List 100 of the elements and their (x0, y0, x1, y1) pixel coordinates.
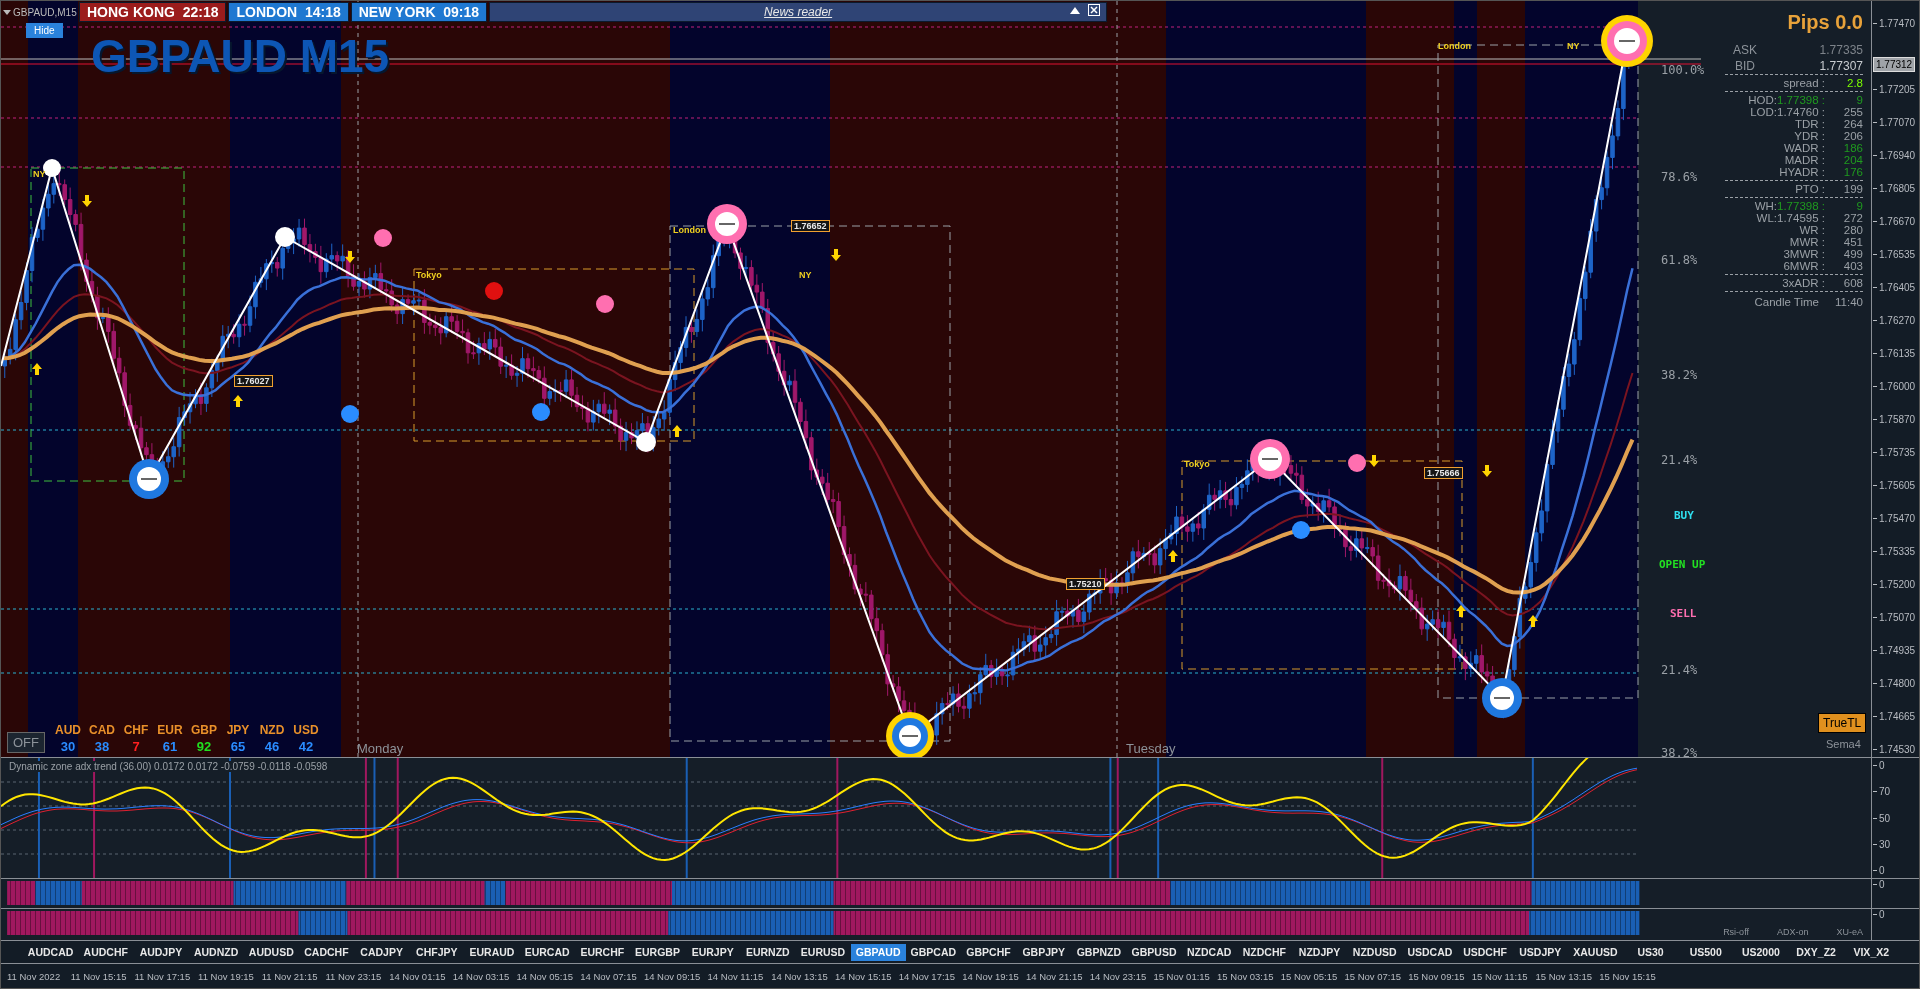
symbol-button[interactable]: GBPUSD (1126, 943, 1182, 961)
symbol-button[interactable]: GBPNZD (1071, 943, 1127, 961)
time-axis-label: 15 Nov 07:15 (1344, 970, 1402, 982)
symbol-button[interactable]: EURCHF (574, 943, 630, 961)
indicator-axis-label: 30 (1872, 838, 1919, 850)
symbol-button[interactable]: NZDUSD (1347, 943, 1403, 961)
time-axis-label: 11 Nov 21:15 (261, 970, 319, 982)
symbol-button[interactable]: US2000 (1733, 943, 1789, 961)
currency-code: NZD (258, 723, 286, 737)
strength-value: 38 (93, 739, 111, 754)
day-label: Monday (357, 741, 404, 756)
day-label: Tuesday (1126, 741, 1176, 756)
symbol-button[interactable]: USDJPY (1512, 943, 1568, 961)
indicator-label: Sema4 (1826, 738, 1861, 750)
stat-value: 9 (1855, 200, 1863, 212)
time-axis-label: 14 Nov 23:15 (1089, 970, 1148, 982)
currency-code: CHF (122, 723, 150, 737)
indicator-title: Dynamic zone adx trend (36.00) 0.0172 0.0172 -0.0759 -0.0118 -0.0598 (7, 761, 330, 772)
time-axis-label: 11 Nov 17:15 (134, 970, 192, 982)
symbol-button[interactable]: AUDJPY (133, 943, 189, 961)
signal-dot (341, 405, 359, 423)
toggle-label[interactable]: Rsi-off (1723, 927, 1749, 937)
down-arrow-icon (345, 251, 355, 263)
stat-value: 186 (1842, 142, 1863, 154)
symbol-button[interactable]: USDCAD (1402, 943, 1458, 961)
swing-point-marker (636, 432, 656, 452)
symbol-button[interactable]: GBPAUD (850, 943, 906, 961)
stat-label: HYADR : (1778, 166, 1825, 178)
price-axis-label: 1.76670 (1872, 216, 1919, 227)
collapse-icon[interactable] (1070, 6, 1081, 14)
symbol-button[interactable]: EURJPY (685, 943, 741, 961)
time-axis-label: 15 Nov 11:15 (1471, 970, 1529, 982)
time-axis-label: 14 Nov 07:15 (580, 970, 638, 982)
down-arrow-icon (82, 195, 92, 207)
symbol-button[interactable]: GBPJPY (1016, 943, 1072, 961)
price-axis-label: 1.75605 (1872, 480, 1919, 491)
caret-icon[interactable] (3, 9, 11, 15)
strength-value: 92 (195, 739, 213, 754)
price-axis-label: 1.77070 (1872, 117, 1919, 128)
price-axis-label: 1.76135 (1872, 348, 1919, 359)
price-axis-label: 1.77205 (1872, 84, 1919, 95)
session-label: NY (1567, 41, 1580, 51)
symbol-button[interactable]: US30 (1623, 943, 1679, 961)
indicator-axis-label: 70 (1872, 786, 1919, 798)
symbol-button[interactable]: GBPCAD (905, 943, 961, 961)
currency-code: CAD (88, 723, 116, 737)
toggle-label[interactable]: ADX-on (1776, 927, 1809, 937)
symbol-button[interactable]: NZDJPY (1291, 943, 1348, 961)
price-label: 1.76652 (791, 220, 830, 232)
symbol-button[interactable]: AUDNZD (188, 943, 244, 961)
stat-label: 6MWR : (1782, 260, 1825, 272)
symbol-button[interactable]: EURAUD (464, 943, 520, 961)
down-arrow-icon (1482, 465, 1492, 477)
currency-code: EUR (156, 723, 184, 737)
symbol-button[interactable]: EURNZD (740, 943, 796, 961)
truetl-button[interactable]: TrueTL (1818, 713, 1867, 733)
time-axis-label: 14 Nov 03:15 (452, 970, 511, 982)
hide-button[interactable]: Hide (26, 23, 63, 38)
session-label: Tokyo (416, 270, 442, 280)
price-axis-label: 1.75735 (1872, 447, 1919, 458)
symbol-button[interactable]: USDCHF (1457, 943, 1513, 961)
symbol-button[interactable]: US500 (1678, 943, 1734, 961)
symbol-button[interactable]: CADJPY (354, 943, 410, 961)
swing-point-marker (1250, 439, 1290, 479)
symbol-button[interactable]: EURGBP (629, 943, 686, 961)
down-arrow-icon (1369, 455, 1379, 467)
signal-dot (532, 403, 550, 421)
stat-label: YDR : (1793, 130, 1825, 142)
symbol-button[interactable]: CHFJPY (409, 943, 465, 961)
fib-level-label: 100.0% (1661, 63, 1705, 77)
news-reader-link[interactable]: News reader (764, 5, 833, 19)
symbol-button[interactable]: AUDCHF (78, 943, 134, 961)
time-axis-label: 14 Nov 17:15 (898, 970, 957, 982)
symbol-button[interactable]: EURUSD (795, 943, 851, 961)
price-axis-label: 1.74935 (1872, 645, 1919, 656)
symbol-button[interactable]: NZDCHF (1236, 943, 1292, 961)
price-axis-label: 1.77470 (1872, 18, 1919, 29)
symbol-button[interactable]: GBPCHF (960, 943, 1017, 961)
symbol-button[interactable]: CADCHF (298, 943, 355, 961)
stat-label: WH:1.77398 : (1753, 200, 1825, 212)
currency-code: GBP (190, 723, 218, 737)
off-button[interactable]: OFF (7, 732, 45, 753)
symbol-button[interactable]: AUDUSD (243, 943, 299, 961)
symbol-button[interactable]: AUDCAD (23, 943, 79, 961)
symbol-button[interactable]: NZDCAD (1181, 943, 1237, 961)
swing-point-marker (1601, 15, 1653, 67)
session-label: NY (799, 270, 812, 280)
stat-value: 272 (1842, 212, 1863, 224)
close-icon[interactable] (1088, 4, 1101, 16)
symbol-button[interactable]: DXY_Z2 (1788, 943, 1844, 961)
signal-dot (596, 295, 614, 313)
symbol-button[interactable]: VIX_X2 (1843, 943, 1899, 961)
session-label: London (1438, 41, 1471, 51)
toggle-label[interactable]: XU-eA (1836, 927, 1863, 937)
price-axis-label: 1.76805 (1872, 183, 1919, 194)
symbol-button[interactable]: EURCAD (519, 943, 575, 961)
symbol-button[interactable]: XAUUSD (1567, 943, 1623, 961)
currency-code: JPY (225, 723, 251, 737)
stat-label: HOD:1.77398 : (1747, 94, 1825, 106)
time-axis-label: 15 Nov 05:15 (1280, 970, 1339, 982)
